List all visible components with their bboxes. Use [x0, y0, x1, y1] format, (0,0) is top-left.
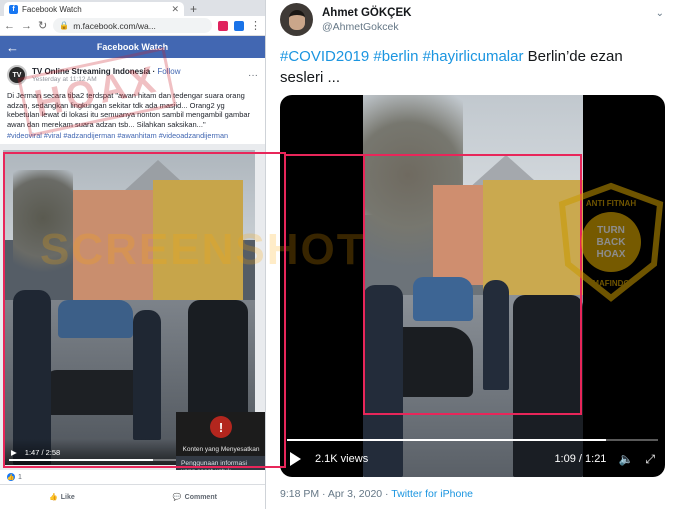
- forward-arrow-icon[interactable]: →: [21, 20, 32, 32]
- new-tab-icon[interactable]: +: [190, 2, 197, 16]
- tweet-text: #COVID2019 #berlin #hayirlicumalar Berli…: [280, 46, 660, 88]
- warning-icon: !: [210, 416, 232, 438]
- tweet-hashtags[interactable]: #COVID2019 #berlin #hayirlicumalar: [280, 48, 523, 65]
- badge-mid-text-1: TURN: [597, 225, 625, 236]
- video-progress-bar[interactable]: [287, 439, 658, 441]
- author-name[interactable]: Ahmet GÖKÇEK: [322, 7, 411, 19]
- more-options-icon[interactable]: ···: [248, 70, 258, 81]
- back-arrow-icon[interactable]: ←: [6, 40, 20, 55]
- video-time: 1:47 / 2:58: [24, 447, 61, 457]
- lock-icon: 🔒: [59, 21, 70, 30]
- address-bar[interactable]: 🔒 m.facebook.com/wa...: [53, 18, 212, 33]
- like-reaction-icon: 👍: [7, 473, 15, 481]
- url-text: m.facebook.com/wa...: [73, 20, 156, 31]
- warning-title: Konten yang Menyesatkan: [182, 446, 260, 453]
- badge-bottom-text: MAFINDO: [592, 279, 629, 288]
- screenshot-watermark: SCREENSHOT: [40, 225, 366, 274]
- avatar[interactable]: [280, 3, 313, 36]
- video-time: 1:09 / 1:21: [554, 453, 607, 465]
- video-controls: 2.1K views 1:09 / 1:21 🔈 ⤢: [280, 435, 665, 477]
- tweet-header: Ahmet GÖKÇEK @AhmetGokcek: [280, 3, 411, 36]
- badge-mid-text-3: HOAX: [597, 249, 626, 260]
- badge-top-text: ANTI FITNAH: [586, 199, 636, 208]
- fullscreen-icon[interactable]: ⤢: [645, 452, 655, 467]
- close-icon[interactable]: ✕: [171, 4, 179, 15]
- reaction-count[interactable]: 1: [18, 474, 22, 481]
- tweet-timestamp[interactable]: 9:18 PM · Apr 3, 2020 ·: [280, 488, 391, 500]
- browser-tabbar: f Facebook Watch ✕ +: [0, 0, 265, 16]
- like-button[interactable]: 👍 Like: [49, 493, 75, 501]
- volume-icon[interactable]: 🔈: [618, 452, 633, 466]
- view-count: 2.1K views: [315, 453, 369, 465]
- badge-mid-text-2: BACK: [597, 237, 627, 248]
- page-title: Facebook Watch: [96, 42, 169, 52]
- reload-icon[interactable]: ↻: [38, 19, 47, 32]
- chevron-down-icon[interactable]: ⌄: [656, 8, 664, 19]
- extension-icon[interactable]: [218, 20, 228, 31]
- play-icon[interactable]: ▶: [11, 448, 17, 457]
- browser-tab[interactable]: f Facebook Watch ✕: [4, 2, 184, 16]
- comment-icon: 💬: [172, 493, 182, 501]
- menu-icon[interactable]: ⋮: [250, 19, 261, 32]
- back-arrow-icon[interactable]: ←: [4, 20, 15, 32]
- engagement-bar: 👍 1 👍 Like 💬 Comment: [0, 470, 265, 509]
- author-handle[interactable]: @AhmetGokcek: [322, 21, 411, 33]
- tab-title: Facebook Watch: [22, 4, 82, 14]
- facebook-icon: f: [9, 4, 18, 14]
- comparison-connector: [286, 154, 364, 156]
- comment-button[interactable]: 💬 Comment: [173, 493, 217, 501]
- comparison-screenshot: f Facebook Watch ✕ + ← → ↻ 🔒 m.facebook.…: [0, 0, 678, 509]
- turnbackhoax-badge: ANTI FITNAH TURN BACK HOAX MAFINDO: [558, 182, 664, 302]
- extension-icon[interactable]: [234, 20, 244, 31]
- tweet-footer: 9:18 PM · Apr 3, 2020 · Twitter for iPho…: [280, 488, 473, 500]
- browser-toolbar: ← → ↻ 🔒 m.facebook.com/wa... ⋮: [0, 16, 265, 36]
- play-icon[interactable]: [290, 452, 301, 466]
- tweet-source[interactable]: Twitter for iPhone: [391, 488, 473, 500]
- thumbs-up-icon: 👍: [49, 493, 58, 501]
